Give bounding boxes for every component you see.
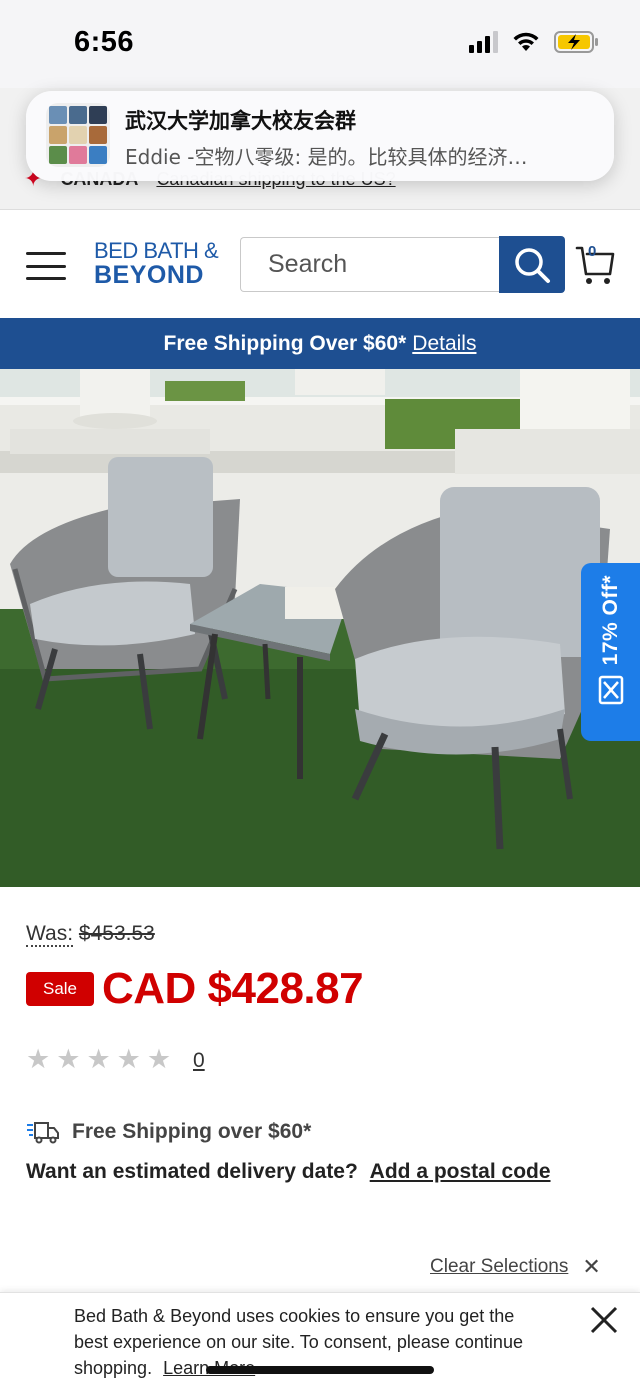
bed-bath-beyond-logo[interactable]: BED BATH & BEYOND	[94, 238, 219, 289]
notification-body: Eddie -空物八零级: 是的。比较具体的经济…	[125, 145, 528, 169]
discount-label: 17% Off*	[598, 575, 622, 666]
search-button[interactable]	[499, 236, 565, 293]
delivery-estimate-row: Want an estimated delivery date? Add a p…	[26, 1160, 551, 1184]
free-shipping-row: Free Shipping over $60*	[26, 1120, 311, 1144]
fast-shipping-truck-icon	[27, 1122, 59, 1144]
signal-icon	[469, 31, 498, 53]
discount-tab[interactable]: 17% Off*	[581, 563, 640, 741]
cart-button[interactable]: 0	[575, 242, 615, 286]
rating-stars[interactable]: ★ ★ ★ ★ ★	[26, 1046, 171, 1073]
site-header: BED BATH & BEYOND 0	[0, 210, 640, 318]
free-shipping-text: Free Shipping over $60*	[72, 1120, 312, 1143]
cookie-close-icon[interactable]	[588, 1304, 620, 1336]
star-icon: ★	[116, 1044, 141, 1074]
delivery-question: Want an estimated delivery date?	[26, 1160, 358, 1183]
clear-selections-link[interactable]: Clear Selections	[430, 1256, 568, 1278]
menu-icon[interactable]	[26, 252, 66, 280]
star-icon: ★	[26, 1044, 51, 1074]
status-bar: 6:56	[0, 0, 640, 88]
product-image[interactable]	[0, 369, 640, 887]
close-icon[interactable]: ✕	[582, 1254, 600, 1280]
status-icons	[469, 30, 600, 54]
search-icon	[515, 247, 550, 283]
wifi-icon	[513, 32, 539, 51]
promo-text: Free Shipping Over $60*	[163, 331, 407, 355]
review-count-link[interactable]: 0	[193, 1049, 205, 1073]
status-time: 6:56	[74, 26, 135, 58]
was-price-row: Was: $453.53	[26, 922, 155, 947]
star-icon: ★	[146, 1044, 172, 1074]
logo-line2: BEYOND	[94, 261, 204, 289]
patio-chairs-table-photo	[0, 369, 640, 887]
clear-selections-row[interactable]: Clear Selections ✕	[430, 1254, 601, 1280]
search-input[interactable]	[241, 238, 500, 291]
coupon-icon	[598, 676, 623, 705]
promo-banner: Free Shipping Over $60* Details	[0, 318, 640, 369]
was-price: $453.53	[78, 922, 155, 945]
group-avatar-icon	[46, 103, 110, 167]
add-postal-code-link[interactable]: Add a postal code	[370, 1160, 551, 1183]
sale-price: CAD $428.87	[102, 964, 364, 1013]
cart-count: 0	[588, 243, 597, 260]
battery-charging-icon	[554, 31, 598, 53]
home-indicator[interactable]	[206, 1366, 434, 1374]
sale-badge: Sale	[26, 972, 94, 1006]
star-icon: ★	[86, 1044, 111, 1074]
promo-details-link[interactable]: Details	[412, 332, 476, 356]
message-notification[interactable]: 武汉大学加拿大校友会群 Eddie -空物八零级: 是的。比较具体的经济…	[26, 91, 614, 181]
was-label: Was:	[26, 922, 74, 947]
logo-line1: BED BATH &	[94, 238, 219, 263]
notification-title: 武汉大学加拿大校友会群	[125, 109, 356, 133]
star-icon: ★	[56, 1044, 81, 1074]
search-field[interactable]	[240, 237, 500, 292]
